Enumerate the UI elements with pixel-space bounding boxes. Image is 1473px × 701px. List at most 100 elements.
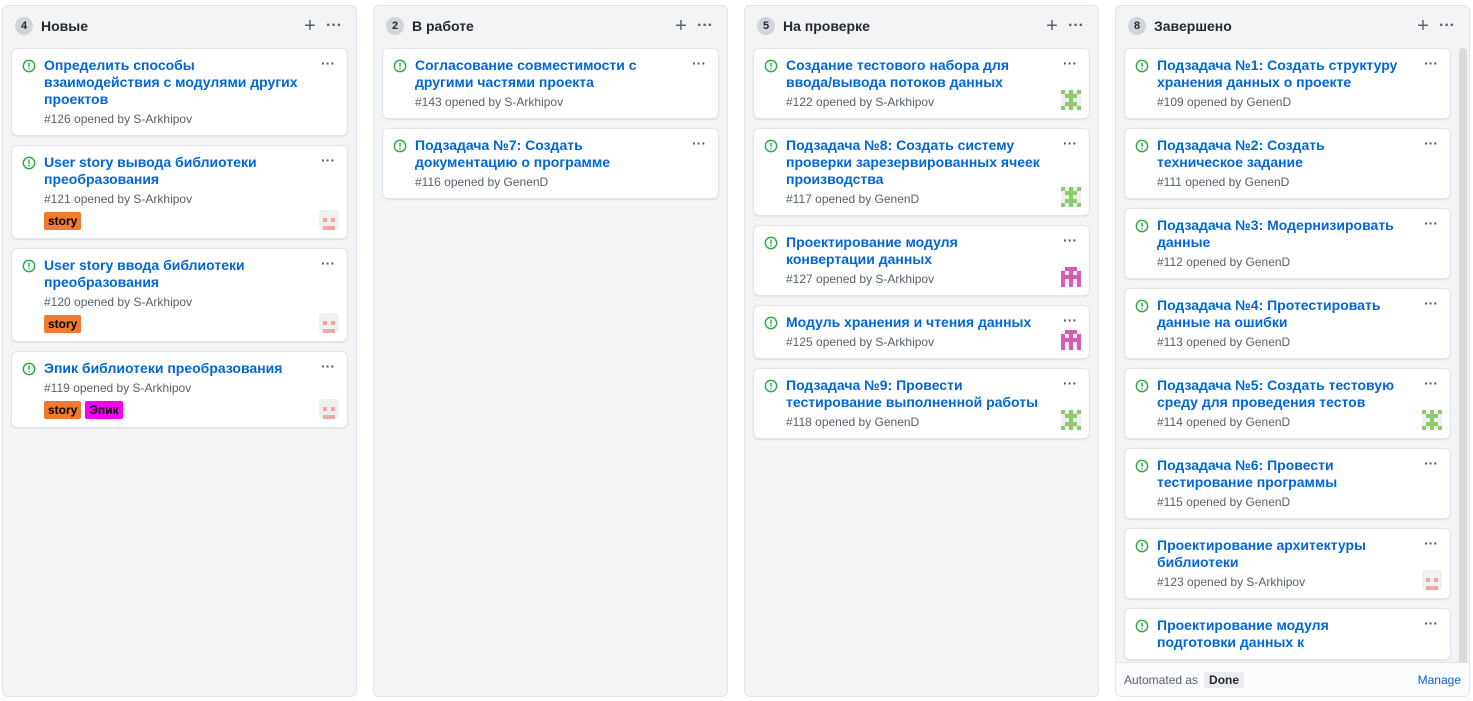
card-menu-icon[interactable]: ··· <box>1424 56 1438 70</box>
issue-meta: #143 opened by S-Arkhipov <box>415 95 564 109</box>
label-story[interactable]: story <box>44 401 82 419</box>
label-story[interactable]: story <box>44 212 82 230</box>
issue-card[interactable]: ··· Подзадача №6: Провести тестирование … <box>1124 448 1451 519</box>
assignee-avatar[interactable] <box>1061 267 1081 287</box>
label-story[interactable]: story <box>44 315 82 333</box>
card-menu-icon[interactable]: ··· <box>1063 313 1077 327</box>
label-epic[interactable]: Эпик <box>85 401 123 419</box>
issue-title-link[interactable]: Создание тестового набора для ввода/выво… <box>786 57 1079 91</box>
issue-title-link[interactable]: Проектирование архитектуры библиотеки <box>1157 537 1440 571</box>
open-issue-icon <box>764 59 778 73</box>
column-menu-icon[interactable]: ··· <box>1064 16 1088 36</box>
card-menu-icon[interactable]: ··· <box>321 153 335 167</box>
card-menu-icon[interactable]: ··· <box>1424 616 1438 630</box>
issue-card[interactable]: ··· Подзадача №8: Создать систему провер… <box>753 128 1090 216</box>
column-new: 4 Новые + ··· ··· Определить способы вза… <box>2 5 357 697</box>
project-board: 4 Новые + ··· ··· Определить способы вза… <box>0 0 1473 701</box>
issue-title-link[interactable]: Определить способы взаимодействия с моду… <box>44 57 337 108</box>
issue-meta: #109 opened by GenenD <box>1157 95 1292 109</box>
assignee-avatar[interactable] <box>1061 410 1081 430</box>
issue-title-link[interactable]: Подзадача №1: Создать структуру хранения… <box>1157 57 1440 91</box>
issue-card[interactable]: ··· User story вывода библиотеки преобра… <box>11 145 348 239</box>
issue-title-link[interactable]: Проектирование модуля конвертации данных <box>786 234 1079 268</box>
add-card-icon[interactable]: + <box>298 16 322 36</box>
issue-card[interactable]: ··· Эпик библиотеки преобразования #119 o… <box>11 351 348 428</box>
issue-meta: #123 opened by S-Arkhipov <box>1157 575 1306 589</box>
card-menu-icon[interactable]: ··· <box>321 56 335 70</box>
issue-card[interactable]: ··· Подзадача №9: Провести тестирование … <box>753 368 1090 439</box>
automation-done-badge[interactable]: Done <box>1204 671 1245 688</box>
add-card-icon[interactable]: + <box>669 16 693 36</box>
assignee-avatar[interactable] <box>319 399 339 419</box>
issue-title-link[interactable]: Подзадача №5: Создать тестовую среду для… <box>1157 377 1440 411</box>
issue-title-link[interactable]: Эпик библиотеки преобразования <box>44 360 337 377</box>
issue-title-link[interactable]: User story вывода библиотеки преобразова… <box>44 154 337 188</box>
assignee-avatar[interactable] <box>319 313 339 333</box>
column-menu-icon[interactable]: ··· <box>322 16 346 36</box>
card-menu-icon[interactable]: ··· <box>1063 56 1077 70</box>
assignee-avatar[interactable] <box>1422 410 1442 430</box>
issue-title-link[interactable]: Подзадача №7: Создать документацию о про… <box>415 137 708 171</box>
issue-card[interactable]: ··· Подзадача №5: Создать тестовую среду… <box>1124 368 1451 439</box>
issue-card[interactable]: ··· Создание тестового набора для ввода/… <box>753 48 1090 119</box>
card-menu-icon[interactable]: ··· <box>692 56 706 70</box>
issue-card[interactable]: ··· Подзадача №2: Создать техническое за… <box>1124 128 1451 199</box>
issue-card[interactable]: ··· Подзадача №7: Создать документацию о… <box>382 128 719 199</box>
open-issue-icon <box>1135 219 1149 233</box>
card-menu-icon[interactable]: ··· <box>1424 296 1438 310</box>
assignee-avatar[interactable] <box>319 210 339 230</box>
issue-title-link[interactable]: Подзадача №3: Модернизировать данные <box>1157 217 1440 251</box>
open-issue-icon <box>764 316 778 330</box>
issue-title-link[interactable]: Подзадача №9: Провести тестирование выпо… <box>786 377 1079 411</box>
column-menu-icon[interactable]: ··· <box>693 16 717 36</box>
issue-card[interactable]: ··· Согласование совместимости с другими… <box>382 48 719 119</box>
open-issue-icon <box>1135 539 1149 553</box>
card-menu-icon[interactable]: ··· <box>1424 376 1438 390</box>
card-menu-icon[interactable]: ··· <box>321 359 335 373</box>
card-menu-icon[interactable]: ··· <box>1424 456 1438 470</box>
open-issue-icon <box>22 156 36 170</box>
issue-title-link[interactable]: Проектирование модуля подготовки данных … <box>1157 617 1440 651</box>
assignee-avatar[interactable] <box>1061 330 1081 350</box>
issue-title-link[interactable]: Подзадача №6: Провести тестирование прог… <box>1157 457 1440 491</box>
issue-meta: #120 opened by S-Arkhipov <box>44 295 193 309</box>
issue-title-link[interactable]: Согласование совместимости с другими час… <box>415 57 708 91</box>
open-issue-icon <box>393 139 407 153</box>
issue-card[interactable]: ··· Подзадача №3: Модернизировать данные… <box>1124 208 1451 279</box>
card-menu-icon[interactable]: ··· <box>321 256 335 270</box>
assignee-avatar[interactable] <box>1061 90 1081 110</box>
issue-card[interactable]: ··· Подзадача №1: Создать структуру хран… <box>1124 48 1451 119</box>
issue-card[interactable]: ··· Подзадача №4: Протестировать данные … <box>1124 288 1451 359</box>
issue-meta: #118 opened by GenenD <box>786 415 920 429</box>
card-menu-icon[interactable]: ··· <box>1063 233 1077 247</box>
card-menu-icon[interactable]: ··· <box>1063 136 1077 150</box>
card-menu-icon[interactable]: ··· <box>1424 216 1438 230</box>
issue-card[interactable]: ··· Проектирование архитектуры библиотек… <box>1124 528 1451 599</box>
issue-title-link[interactable]: Подзадача №4: Протестировать данные на о… <box>1157 297 1440 331</box>
column-header: 2 В работе + ··· <box>374 6 727 46</box>
card-menu-icon[interactable]: ··· <box>1424 136 1438 150</box>
open-issue-icon <box>1135 299 1149 313</box>
column-title: В работе <box>412 18 474 34</box>
manage-automation-link[interactable]: Manage <box>1418 673 1461 687</box>
add-card-icon[interactable]: + <box>1040 16 1064 36</box>
column-menu-icon[interactable]: ··· <box>1435 16 1459 36</box>
issue-title-link[interactable]: Подзадача №8: Создать систему проверки з… <box>786 137 1079 188</box>
card-menu-icon[interactable]: ··· <box>692 136 706 150</box>
open-issue-icon <box>22 59 36 73</box>
issue-card[interactable]: ··· Проектирование модуля подготовки дан… <box>1124 608 1451 660</box>
card-menu-icon[interactable]: ··· <box>1424 536 1438 550</box>
card-menu-icon[interactable]: ··· <box>1063 376 1077 390</box>
add-card-icon[interactable]: + <box>1411 16 1435 36</box>
assignee-avatar[interactable] <box>1422 570 1442 590</box>
column-scrollbar[interactable] <box>1459 48 1467 668</box>
issue-card[interactable]: ··· Проектирование модуля конвертации да… <box>753 225 1090 296</box>
issue-card[interactable]: ··· Модуль хранения и чтения данных #125 … <box>753 305 1090 359</box>
issue-meta: #115 opened by GenenD <box>1157 495 1291 509</box>
assignee-avatar[interactable] <box>1061 187 1081 207</box>
issue-title-link[interactable]: Модуль хранения и чтения данных <box>786 314 1079 331</box>
issue-card[interactable]: ··· User story ввода библиотеки преобраз… <box>11 248 348 342</box>
issue-card[interactable]: ··· Определить способы взаимодействия с … <box>11 48 348 136</box>
issue-title-link[interactable]: Подзадача №2: Создать техническое задани… <box>1157 137 1440 171</box>
issue-title-link[interactable]: User story ввода библиотеки преобразован… <box>44 257 337 291</box>
